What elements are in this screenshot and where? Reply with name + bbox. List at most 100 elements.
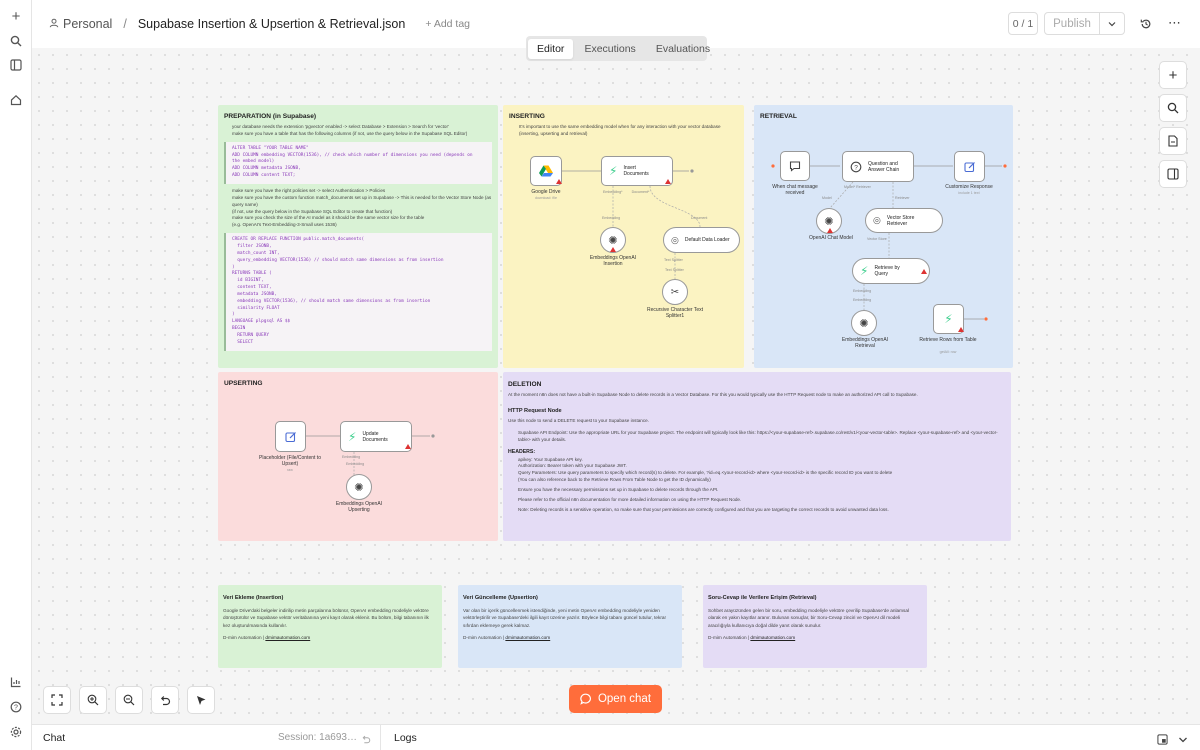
reset-session-icon[interactable]: [361, 731, 371, 749]
customize-response-label: Customize Response: [945, 184, 993, 190]
edge-label-vector-store: Vector Store: [867, 237, 887, 241]
edge-label-text-splitter: Text Splitter: [665, 268, 684, 272]
placeholder-label: Placeholder (File/Content to Upsert): [259, 455, 321, 468]
tab-executions[interactable]: Executions: [575, 39, 644, 59]
version-count[interactable]: 0 / 1: [1008, 12, 1038, 35]
warning-icon: [827, 228, 833, 233]
vector-store-retriever-label: Vector Store Retriever: [886, 214, 915, 227]
sticky-note-button[interactable]: [1159, 127, 1187, 155]
card-footer: D-mim Automation | dmimautomation.com: [223, 634, 311, 640]
insert-documents-node[interactable]: ⚡ Insert Documents: [601, 156, 673, 186]
zoom-in-button[interactable]: [79, 686, 107, 714]
info-card-upsertion[interactable]: Veri Güncelleme (Upsertion) Var olan bir…: [458, 585, 682, 668]
magic-wand-icon: [197, 696, 206, 705]
note-icon: [1168, 135, 1178, 147]
zoom-in-icon: [87, 694, 99, 706]
embeddings-upserting-label: Embeddings OpenAI Upserting: [335, 501, 383, 514]
tidy-up-button[interactable]: [187, 686, 215, 714]
supabase-icon: ⚡: [609, 164, 618, 178]
search-icon[interactable]: [6, 31, 26, 51]
more-options-icon[interactable]: ⋯: [1168, 15, 1182, 31]
user-icon: [49, 18, 59, 31]
edge-label-model: Model: [822, 196, 832, 200]
customize-response-sub: include 1 text: [958, 191, 980, 195]
svg-text:?: ?: [14, 704, 18, 711]
retriever-icon: ◎: [873, 215, 881, 225]
info-card-retrieval[interactable]: Soru-Cevap ile Verilere Erişim (Retrieva…: [703, 585, 927, 668]
workflow-name[interactable]: Supabase Insertion & Upsertion & Retriev…: [138, 17, 406, 31]
chat-model-label: OpenAI Chat Model: [809, 235, 853, 241]
history-icon[interactable]: [1140, 17, 1152, 35]
chat-model-node[interactable]: ✺: [816, 208, 842, 234]
chat-panel-tab[interactable]: Chat: [43, 732, 65, 744]
chat-bubble-icon: [789, 161, 801, 172]
embeddings-insertion-node[interactable]: ✺: [600, 227, 626, 253]
card-footer-link[interactable]: dmimautomation.com: [750, 635, 795, 640]
insert-documents-label: Insert Documents: [623, 165, 649, 177]
add-node-button[interactable]: +: [1159, 61, 1187, 89]
open-chat-button[interactable]: Open chat: [569, 685, 662, 713]
home-icon[interactable]: [6, 90, 26, 110]
vector-store-retriever-node[interactable]: ◎ Vector Store Retriever: [865, 208, 943, 233]
workflow-canvas[interactable]: PREPARATION (in Supabase) your database …: [32, 48, 1200, 724]
card-footer: D-mim Automation | dmimautomation.com: [708, 634, 796, 640]
publish-group: Publish: [1044, 12, 1125, 35]
chat-trigger-node[interactable]: [780, 151, 810, 181]
tab-editor[interactable]: Editor: [528, 38, 574, 59]
warning-icon: [921, 269, 927, 274]
zoom-out-button[interactable]: [115, 686, 143, 714]
edge-label-model-retriever: Model* Retriever: [844, 185, 871, 189]
supabase-icon: ⚡: [944, 312, 953, 326]
chart-icon[interactable]: [6, 672, 26, 692]
qa-chain-node[interactable]: ? Question and Answer Chain: [842, 151, 914, 182]
view-tabs: Editor Executions Evaluations: [526, 36, 710, 61]
text-splitter-label: Recursive Character Text Splitter1: [646, 307, 704, 320]
google-drive-sub: download: file: [535, 196, 557, 200]
search-icon: [1167, 102, 1179, 114]
retrieve-by-query-node[interactable]: ⚡ Retrieve by Query: [852, 258, 930, 284]
chevron-down-icon[interactable]: [1100, 13, 1124, 34]
placeholder-node[interactable]: [275, 421, 306, 452]
publish-button[interactable]: Publish: [1045, 13, 1100, 34]
undo-button[interactable]: [151, 686, 179, 714]
openai-icon: ✺: [859, 317, 869, 330]
edge-label-embedding: Embedding: [346, 462, 365, 466]
scissors-icon: ✂: [670, 286, 680, 298]
edit-icon: [963, 161, 975, 172]
google-drive-node[interactable]: [530, 156, 562, 186]
settings-icon[interactable]: [6, 722, 26, 742]
default-data-loader-node[interactable]: ◎ Default Data Loader: [663, 227, 740, 253]
openai-icon: ✺: [354, 481, 364, 494]
google-drive-label: Google Drive: [531, 189, 561, 195]
panel-icon: [1167, 168, 1179, 180]
text-splitter-node[interactable]: ✂: [662, 279, 688, 305]
embeddings-upserting-node[interactable]: ✺: [346, 474, 372, 500]
tab-evaluations[interactable]: Evaluations: [647, 39, 719, 59]
popout-icon[interactable]: [1157, 732, 1168, 750]
logs-panel-tab[interactable]: Logs: [394, 732, 417, 744]
card-footer-link[interactable]: dmimautomation.com: [265, 635, 310, 640]
panel-toggle-button[interactable]: [1159, 160, 1187, 188]
plus-icon[interactable]: +: [6, 6, 26, 26]
default-data-loader-label: Default Data Loader: [684, 237, 730, 243]
panel-icon[interactable]: [6, 55, 26, 75]
retrieve-by-query-label: Retrieve by Query: [874, 265, 900, 277]
undo-icon: [160, 696, 171, 706]
edit-icon: [284, 431, 296, 442]
help-icon[interactable]: ?: [6, 697, 26, 717]
card-footer-link[interactable]: dmimautomation.com: [505, 635, 550, 640]
info-card-insertion[interactable]: Veri Ekleme (Insertion) Google Drive'dak…: [218, 585, 442, 668]
warning-icon: [958, 327, 964, 332]
placeholder-sub: raw: [287, 468, 293, 472]
embeddings-retrieval-node[interactable]: ✺: [851, 310, 877, 336]
add-tag-button[interactable]: + Add tag: [425, 18, 470, 30]
customize-response-node[interactable]: [954, 151, 985, 182]
chevron-down-icon[interactable]: [1178, 732, 1188, 750]
qa-chain-label: Question and Answer Chain: [868, 160, 900, 173]
fit-view-button[interactable]: [43, 686, 71, 714]
update-documents-node[interactable]: ⚡ Update Documents: [340, 421, 412, 452]
retrieve-rows-node[interactable]: ⚡: [933, 304, 964, 334]
search-nodes-button[interactable]: [1159, 94, 1187, 122]
breadcrumb-project[interactable]: Personal: [63, 17, 112, 31]
chat-trigger-label: When chat message received: [772, 184, 818, 197]
